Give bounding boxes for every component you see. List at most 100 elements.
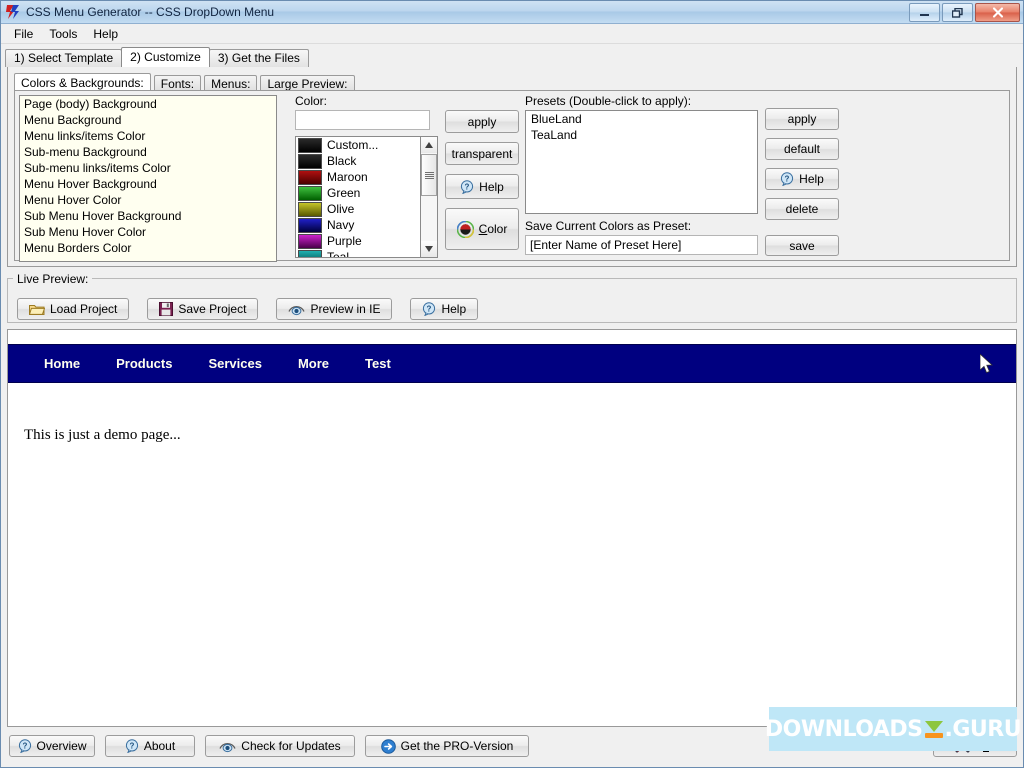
- restore-button[interactable]: [942, 3, 973, 22]
- preset-default-button[interactable]: default: [765, 138, 839, 160]
- folder-open-icon: [29, 303, 45, 316]
- list-item[interactable]: Black: [296, 153, 420, 169]
- save-project-button[interactable]: Save Project: [147, 298, 259, 320]
- application-window: CSS Menu Generator -- CSS DropDown Menu: [0, 0, 1024, 768]
- color-list[interactable]: Custom... Black Maroon Green Olive Navy …: [295, 136, 421, 258]
- color-name: Custom...: [327, 138, 379, 152]
- color-swatch: [298, 169, 322, 185]
- preview-menu-item-services[interactable]: Services: [190, 356, 280, 371]
- color-apply-button[interactable]: apply: [445, 110, 519, 133]
- list-item[interactable]: Green: [296, 185, 420, 201]
- tab-select-template[interactable]: 1) Select Template: [5, 49, 123, 67]
- tab-get-the-files[interactable]: 3) Get the Files: [208, 49, 309, 67]
- list-item[interactable]: TeaLand: [526, 127, 757, 143]
- preview-in-ie-button[interactable]: Preview in IE: [276, 298, 393, 320]
- get-pro-version-label: Get the PRO-Version: [400, 739, 514, 753]
- color-transparent-label: transparent: [451, 146, 513, 161]
- preset-default-label: default: [783, 142, 821, 156]
- close-button[interactable]: [975, 3, 1020, 22]
- list-item[interactable]: Navy: [296, 217, 420, 233]
- list-item[interactable]: Menu Background: [20, 112, 276, 128]
- list-item[interactable]: Maroon: [296, 169, 420, 185]
- help-icon: ?: [780, 172, 794, 186]
- menu-item-tools[interactable]: Tools: [42, 25, 84, 43]
- svg-text:?: ?: [465, 182, 470, 191]
- presets-list[interactable]: BlueLand TeaLand: [525, 110, 758, 214]
- color-input[interactable]: [295, 110, 430, 130]
- preview-browser: Home Products Services More Test This is…: [7, 329, 1017, 727]
- preview-menu-item-home[interactable]: Home: [26, 356, 98, 371]
- about-label: About: [143, 739, 176, 753]
- list-item[interactable]: Sub-menu links/items Color: [20, 160, 276, 176]
- menu-item-file[interactable]: File: [7, 25, 40, 43]
- scrollbar-thumb[interactable]: [421, 154, 437, 196]
- get-pro-version-button[interactable]: Get the PRO-Version: [365, 735, 529, 757]
- list-item[interactable]: Olive: [296, 201, 420, 217]
- about-button[interactable]: ? About: [105, 735, 195, 757]
- preview-menu-item-test[interactable]: Test: [347, 356, 409, 371]
- svg-text:?: ?: [22, 742, 27, 751]
- overview-label: Overview: [36, 739, 87, 753]
- svg-text:?: ?: [427, 305, 432, 314]
- list-item[interactable]: Purple: [296, 233, 420, 249]
- check-for-updates-button[interactable]: Check for Updates: [205, 735, 355, 757]
- color-swatch: [298, 185, 322, 201]
- list-item[interactable]: BlueLand: [526, 111, 757, 127]
- list-item[interactable]: Sub Menu Hover Background: [20, 208, 276, 224]
- tab-customize[interactable]: 2) Customize: [121, 47, 210, 67]
- list-item[interactable]: Menu Borders Color: [20, 240, 276, 256]
- eye-icon: [219, 740, 236, 753]
- color-name: Teal: [327, 250, 350, 258]
- preview-menu-item-products[interactable]: Products: [98, 356, 190, 371]
- scroll-up-icon[interactable]: [421, 137, 437, 153]
- preview-body-text: This is just a demo page...: [24, 427, 181, 443]
- color-name: Purple: [327, 234, 362, 248]
- customize-panel: Colors & Backgrounds: Fonts: Menus: Larg…: [7, 67, 1017, 267]
- preset-apply-button[interactable]: apply: [765, 108, 839, 130]
- menu-item-help[interactable]: Help: [86, 25, 125, 43]
- preview-menu-bar: Home Products Services More Test: [8, 344, 1016, 383]
- preset-help-button[interactable]: ? Help: [765, 168, 839, 190]
- list-item[interactable]: Menu Hover Background: [20, 176, 276, 192]
- watermark-text-right: .GURU: [944, 716, 1022, 742]
- colors-backgrounds-panel: Page (body) Background Menu Background M…: [14, 90, 1010, 262]
- color-list-scrollbar[interactable]: [421, 136, 438, 258]
- grip-icon: [424, 171, 434, 179]
- preset-apply-label: apply: [787, 112, 817, 126]
- title-bar: CSS Menu Generator -- CSS DropDown Menu: [1, 1, 1023, 24]
- list-item[interactable]: Menu Hover Color: [20, 192, 276, 208]
- load-project-label: Load Project: [50, 302, 118, 316]
- property-list[interactable]: Page (body) Background Menu Background M…: [19, 95, 277, 262]
- list-item[interactable]: Sub-menu Background: [20, 144, 276, 160]
- list-item[interactable]: Menu links/items Color: [20, 128, 276, 144]
- help-icon: ?: [460, 179, 474, 194]
- preview-menu-item-more[interactable]: More: [280, 356, 347, 371]
- preset-delete-label: delete: [785, 202, 819, 216]
- help-icon: ?: [422, 302, 436, 316]
- list-item[interactable]: Custom...: [296, 137, 420, 153]
- color-picker-button[interactable]: Color: [445, 208, 519, 250]
- list-item[interactable]: Teal: [296, 249, 420, 258]
- color-swatch: [298, 217, 322, 233]
- color-swatch: [298, 201, 322, 217]
- color-label: Color:: [295, 94, 328, 108]
- list-item[interactable]: Page (body) Background: [20, 96, 276, 112]
- save-project-label: Save Project: [178, 302, 247, 316]
- preset-delete-button[interactable]: delete: [765, 198, 839, 220]
- overview-button[interactable]: ? Overview: [9, 735, 95, 757]
- load-project-button[interactable]: Load Project: [17, 298, 130, 320]
- list-item[interactable]: Sub Menu Hover Color: [20, 224, 276, 240]
- color-swatch: [298, 153, 322, 169]
- color-transparent-button[interactable]: transparent: [445, 142, 519, 165]
- preset-action-buttons: apply default ? Help delete: [765, 108, 839, 228]
- preset-save-button[interactable]: save: [765, 235, 839, 256]
- color-apply-label: apply: [467, 114, 497, 129]
- preset-name-input[interactable]: [525, 235, 758, 255]
- presets-section: Presets (Double-click to apply): BlueLan…: [520, 91, 845, 266]
- color-help-button[interactable]: ? Help: [445, 174, 519, 199]
- help-icon: ?: [125, 739, 139, 753]
- scroll-down-icon[interactable]: [421, 241, 437, 257]
- live-preview-help-button[interactable]: ? Help: [410, 298, 479, 320]
- minimize-button[interactable]: [909, 3, 940, 22]
- color-swatch: [298, 137, 322, 153]
